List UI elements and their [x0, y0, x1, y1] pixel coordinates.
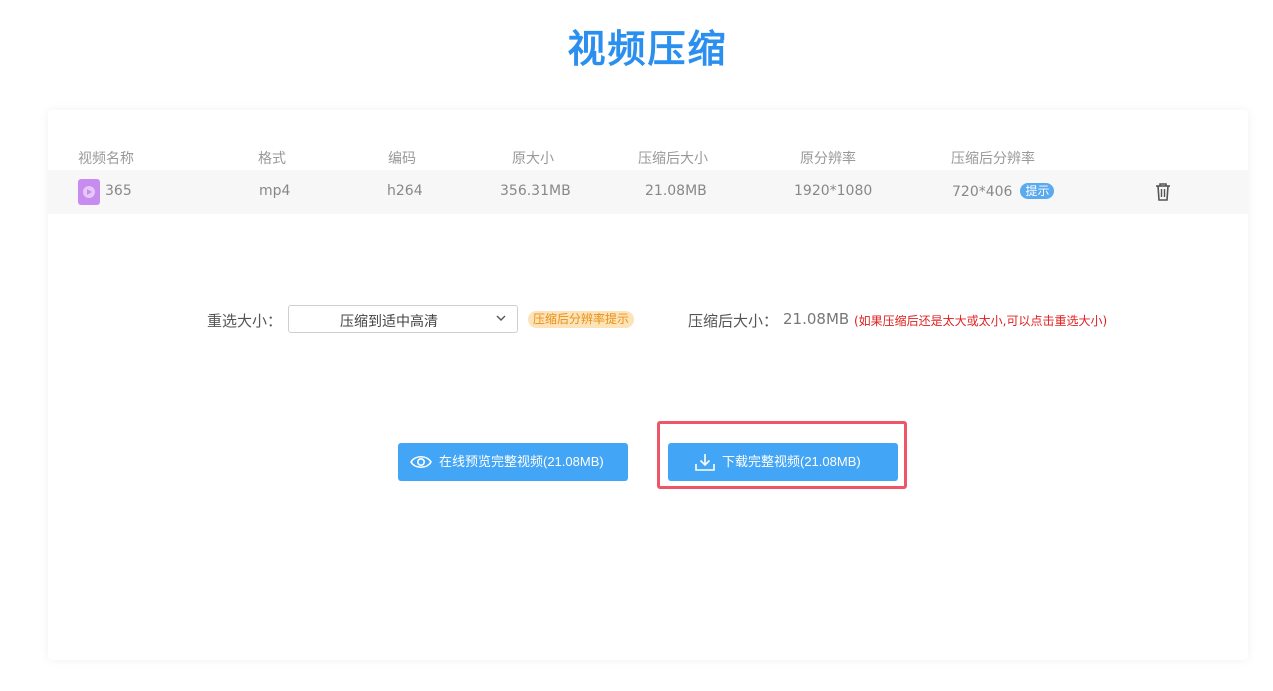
download-icon	[695, 454, 715, 471]
resolution-hint-badge[interactable]: 提示	[1020, 183, 1055, 199]
header-original-size: 原大小	[512, 151, 554, 167]
resize-label: 重选大小：	[207, 312, 283, 330]
preview-button-label: 在线预览完整视频(21.08MB)	[439, 454, 604, 469]
resize-note: (如果压缩后还是太大或太小,可以点击重选大小)	[854, 314, 1108, 328]
video-compressed-resolution: 720*406 提示	[952, 183, 1055, 200]
video-format: mp4	[259, 183, 291, 199]
resize-select-value: 压缩到适中高清	[340, 314, 438, 330]
video-compressed-size: 21.08MB	[645, 183, 707, 199]
header-format: 格式	[258, 151, 286, 167]
trash-icon[interactable]	[1153, 181, 1173, 203]
compressed-size-value: 21.08MB	[783, 310, 850, 328]
table-row: 365 mp4 h264 356.31MB 21.08MB 1920*1080 …	[48, 170, 1248, 214]
chevron-down-icon	[496, 315, 506, 321]
video-file-icon	[78, 179, 100, 205]
header-compressed-size: 压缩后大小	[638, 151, 708, 167]
table-header: 视频名称 格式 编码 原大小 压缩后大小 原分辨率 压缩后分辨率	[48, 144, 1248, 168]
compressed-resolution-value: 720*406	[952, 184, 1013, 200]
video-original-size: 356.31MB	[500, 183, 571, 199]
header-name: 视频名称	[78, 151, 134, 167]
resolution-hint-tag[interactable]: 压缩后分辨率提示	[528, 311, 635, 328]
compressed-size-label: 压缩后大小：	[688, 312, 779, 330]
download-button-label: 下载完整视频(21.08MB)	[722, 454, 861, 469]
video-codec: h264	[387, 183, 423, 199]
page-title: 视频压缩	[567, 27, 728, 71]
header-codec: 编码	[388, 151, 416, 167]
compression-panel: 视频名称 格式 编码 原大小 压缩后大小 原分辨率 压缩后分辨率 365 mp4…	[48, 110, 1248, 660]
download-video-button[interactable]: 下载完整视频(21.08MB)	[668, 443, 898, 481]
resize-row: 重选大小： 压缩到适中高清 压缩后分辨率提示 压缩后大小： 21.08MB (如…	[48, 304, 1248, 336]
header-compressed-resolution: 压缩后分辨率	[951, 151, 1035, 167]
preview-video-button[interactable]: 在线预览完整视频(21.08MB)	[398, 443, 628, 481]
eye-icon	[410, 455, 432, 469]
video-original-resolution: 1920*1080	[794, 183, 873, 199]
video-name: 365	[105, 183, 132, 199]
resize-select[interactable]: 压缩到适中高清	[288, 305, 518, 333]
header-original-resolution: 原分辨率	[800, 151, 856, 167]
